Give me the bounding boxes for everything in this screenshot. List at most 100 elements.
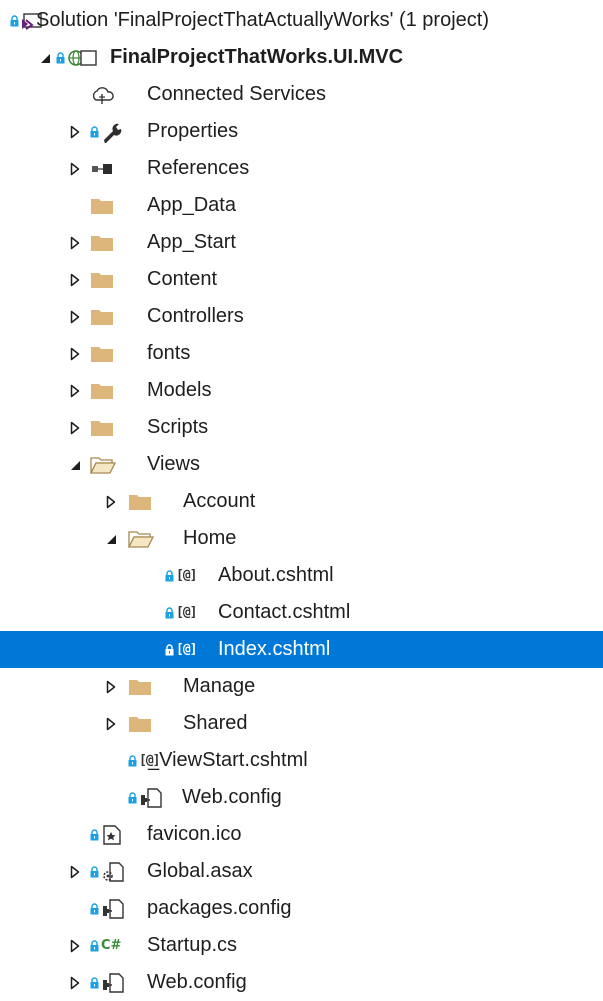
folder-icon	[90, 224, 114, 261]
tree-item-label: packages.config	[147, 897, 292, 919]
tree-item[interactable]: Web.config	[0, 779, 603, 816]
tree-item-label: Scripts	[147, 416, 209, 438]
tree-item[interactable]: Scripts	[0, 409, 603, 446]
collapsed-arrow-icon[interactable]	[68, 927, 82, 964]
config-icon	[90, 890, 125, 927]
folder-icon	[128, 483, 152, 520]
tree-item[interactable]: Connected Services	[0, 76, 603, 113]
tree-item-label: Views	[147, 453, 200, 475]
collapsed-arrow-icon[interactable]	[68, 113, 82, 150]
expanded-arrow-icon[interactable]	[104, 520, 118, 557]
cshtml-icon: [@]	[165, 557, 198, 594]
tree-item[interactable]: favicon.ico	[0, 816, 603, 853]
tree-item-label: Models	[147, 379, 212, 401]
collapsed-arrow-icon[interactable]	[68, 224, 82, 261]
tree-item-label: _ViewStart.cshtml	[148, 749, 308, 771]
tree-item[interactable]: Home	[0, 520, 603, 557]
folder-icon	[90, 372, 114, 409]
folder-icon	[90, 187, 114, 224]
folder-open-icon	[128, 520, 154, 557]
tree-item-label: About.cshtml	[218, 564, 334, 586]
csharp-icon: C#	[90, 927, 121, 964]
tree-item-label: Solution 'FinalProjectThatActuallyWorks'…	[36, 9, 489, 31]
collapsed-arrow-icon[interactable]	[68, 853, 82, 890]
tree-item-label: App_Data	[147, 194, 236, 216]
tree-item-label: Global.asax	[147, 860, 253, 882]
expanded-arrow-icon[interactable]	[38, 39, 52, 76]
tree-item[interactable]: Properties	[0, 113, 603, 150]
tree-item[interactable]: C# Startup.cs	[0, 927, 603, 964]
tree-item[interactable]: Account	[0, 483, 603, 520]
tree-item[interactable]: Shared	[0, 705, 603, 742]
expanded-arrow-icon[interactable]	[68, 446, 82, 483]
tree-item-label: Connected Services	[147, 83, 326, 105]
collapsed-arrow-icon[interactable]	[68, 261, 82, 298]
tree-item[interactable]: Content	[0, 261, 603, 298]
tree-item[interactable]: Controllers	[0, 298, 603, 335]
references-icon	[90, 150, 114, 187]
tree-item-label: Index.cshtml	[218, 638, 331, 660]
collapsed-arrow-icon[interactable]	[68, 298, 82, 335]
cshtml-glyph: [@]	[176, 568, 198, 583]
global-asax-icon	[90, 853, 125, 890]
tree-item-label: Controllers	[147, 305, 244, 327]
tree-item[interactable]: App_Data	[0, 187, 603, 224]
collapsed-arrow-icon[interactable]	[68, 964, 82, 1001]
wrench-icon	[90, 113, 125, 150]
cshtml-glyph: [@]	[176, 605, 198, 620]
tree-item[interactable]: App_Start	[0, 224, 603, 261]
collapsed-arrow-icon[interactable]	[68, 409, 82, 446]
tree-item[interactable]: Models	[0, 372, 603, 409]
config-icon	[128, 779, 163, 816]
csharp-glyph: C#	[101, 938, 122, 953]
tree-item[interactable]: [@] Index.cshtml	[0, 631, 603, 668]
folder-icon	[90, 298, 114, 335]
tree-item[interactable]: [@] _ViewStart.cshtml	[0, 742, 603, 779]
tree-item-label: References	[147, 157, 250, 179]
tree-item-label: Home	[183, 527, 237, 549]
solution-explorer-tree: Solution 'FinalProjectThatActuallyWorks'…	[0, 0, 603, 998]
collapsed-arrow-icon[interactable]	[68, 150, 82, 187]
folder-icon	[90, 409, 114, 446]
tree-item-label: Web.config	[147, 971, 247, 993]
tree-item-label: Manage	[183, 675, 256, 697]
tree-item-label: Startup.cs	[147, 934, 238, 956]
tree-item-label: Account	[183, 490, 256, 512]
tree-item[interactable]: Solution 'FinalProjectThatActuallyWorks'…	[0, 2, 603, 39]
collapsed-arrow-icon[interactable]	[104, 705, 118, 742]
tree-item[interactable]: Manage	[0, 668, 603, 705]
folder-icon	[90, 335, 114, 372]
collapsed-arrow-icon[interactable]	[68, 335, 82, 372]
tree-item-label: FinalProjectThatWorks.UI.MVC	[110, 46, 404, 68]
connected-services-icon	[90, 76, 116, 113]
tree-item[interactable]: Web.config	[0, 964, 603, 1001]
tree-item[interactable]: fonts	[0, 335, 603, 372]
tree-item-label: favicon.ico	[147, 823, 242, 845]
tree-item[interactable]: Global.asax	[0, 853, 603, 890]
tree-item[interactable]: [@] Contact.cshtml	[0, 594, 603, 631]
tree-item[interactable]: FinalProjectThatWorks.UI.MVC	[0, 39, 603, 76]
tree-item-label: fonts	[147, 342, 191, 364]
cshtml-icon: [@]	[165, 631, 198, 668]
tree-item-label: Contact.cshtml	[218, 601, 351, 623]
tree-item[interactable]: Views	[0, 446, 603, 483]
folder-open-icon	[90, 446, 116, 483]
tree-item[interactable]: [@] About.cshtml	[0, 557, 603, 594]
folder-icon	[128, 705, 152, 742]
tree-item-label: Properties	[147, 120, 239, 142]
collapsed-arrow-icon[interactable]	[104, 668, 118, 705]
tree-item[interactable]: packages.config	[0, 890, 603, 927]
folder-icon	[90, 261, 114, 298]
folder-icon	[128, 668, 152, 705]
tree-item[interactable]: References	[0, 150, 603, 187]
collapsed-arrow-icon[interactable]	[68, 372, 82, 409]
tree-item-label: Content	[147, 268, 218, 290]
tree-item-label: Shared	[183, 712, 248, 734]
config-icon	[90, 964, 125, 1001]
tree-item-label: Web.config	[182, 786, 282, 808]
collapsed-arrow-icon[interactable]	[104, 483, 118, 520]
cshtml-icon: [@]	[165, 594, 198, 631]
web-project-icon	[56, 39, 97, 76]
image-file-icon	[90, 816, 123, 853]
tree-item-label: App_Start	[147, 231, 236, 253]
